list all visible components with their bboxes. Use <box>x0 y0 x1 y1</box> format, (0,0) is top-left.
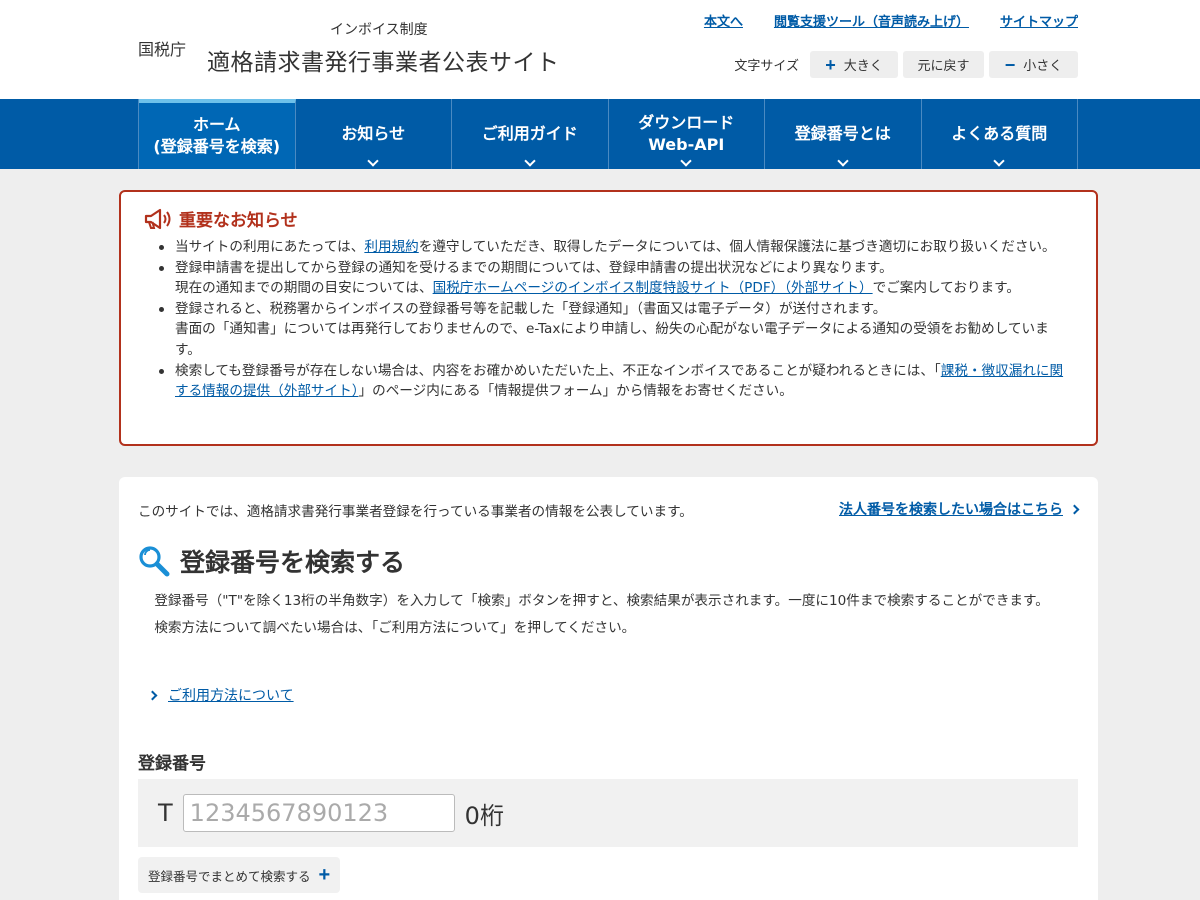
agency-name: 国税庁 <box>138 40 187 59</box>
font-larger-button[interactable]: + 大きく <box>810 51 898 78</box>
notice-text: 登録申請書を提出してから登録の通知を受けるまでの期間については、登録申請書の提出… <box>175 259 893 276</box>
font-reset-label: 元に戻す <box>917 58 970 73</box>
nav-label-line2: Web-API <box>648 135 725 154</box>
sitemap-link[interactable]: サイトマップ <box>1000 11 1078 30</box>
description-text: 登録番号（"T"を除く13桁の半角数字）を入力して「検索」ボタンを押すと、検索結… <box>154 593 1049 609</box>
nav-item-about-number[interactable]: 登録番号とは <box>765 99 922 169</box>
site-intro: このサイトでは、適格請求書発行事業者登録を行っている事業者の情報を公表しています… <box>138 504 693 520</box>
site-subtitle: インボイス制度 <box>330 22 428 38</box>
notice-text: 書面の「通知書」については再発行しておりませんので、e-Taxにより申請し、紛失… <box>175 321 1049 358</box>
nav-label-line1: 登録番号とは <box>794 124 891 144</box>
nav-label-line1: よくある質問 <box>951 124 1048 144</box>
page-title: 登録番号を検索する <box>138 543 405 579</box>
nav-item-news[interactable]: お知らせ <box>296 99 452 169</box>
usage-guide-link[interactable]: ご利用方法について <box>147 685 294 705</box>
notice-text: 当サイトの利用にあたっては、 <box>175 239 365 255</box>
corporate-number-search-link[interactable]: 法人番号を検索したい場合はこちら <box>839 499 1080 519</box>
t-prefix: T <box>158 799 173 827</box>
notice-item: 検索しても登録番号が存在しない場合は、内容をお確かめいただいた上、不正なインボイ… <box>143 361 1074 402</box>
chevron-down-icon <box>993 155 1005 167</box>
nav-item-home[interactable]: ホーム (登録番号を検索) <box>139 99 296 169</box>
font-size-label: 文字サイズ <box>734 59 799 74</box>
usage-guide-link-label: ご利用方法について <box>168 688 294 704</box>
plus-icon: + <box>825 54 836 75</box>
notice-title: 重要なお知らせ <box>143 206 1074 231</box>
plus-icon: + <box>318 864 331 886</box>
nav-label-line1: ダウンロード <box>638 113 735 133</box>
registration-number-label: 登録番号 <box>138 749 1078 781</box>
notice-item: 登録申請書を提出してから登録の通知を受けるまでの期間については、登録申請書の提出… <box>143 258 1074 299</box>
minus-icon: − <box>1004 54 1016 75</box>
bulk-search-button[interactable]: 登録番号でまとめて検索する + <box>138 857 341 893</box>
chevron-down-icon <box>837 155 849 167</box>
notice-text: 」のページ内にある「情報提供フォーム」から情報をお寄せください。 <box>358 383 793 400</box>
nav-label-line2: (登録番号を検索) <box>153 137 281 156</box>
notice-list: 当サイトの利用にあたっては、利用規約を遵守していただき、取得したデータについては… <box>143 237 1074 402</box>
font-larger-label: 大きく <box>843 58 883 73</box>
font-smaller-label: 小さく <box>1023 58 1063 73</box>
nav-item-guide[interactable]: ご利用ガイド <box>452 99 609 169</box>
nav-item-download[interactable]: ダウンロード Web-API <box>609 99 765 169</box>
chevron-right-icon <box>147 690 158 700</box>
registration-number-row: T 0桁 <box>138 779 1078 847</box>
nav-label-line1: ホーム <box>192 115 241 135</box>
notice-text: を遵守していただき、取得したデータについては、個人情報保護法に基づき適切にお取り… <box>418 239 1056 255</box>
page-title-text: 登録番号を検索する <box>180 548 406 577</box>
nav-label-line1: お知らせ <box>341 124 406 144</box>
bulk-search-label: 登録番号でまとめて検索する <box>148 869 311 884</box>
chevron-right-icon <box>1069 504 1080 514</box>
notice-text: 現在の通知までの期間の目安については、 <box>175 280 433 297</box>
notice-text: 検索しても登録番号が存在しない場合は、内容をお確かめいただいた上、不正なインボイ… <box>175 362 941 379</box>
notice-item: 当サイトの利用にあたっては、利用規約を遵守していただき、取得したデータについては… <box>143 237 1074 258</box>
digit-counter: 0桁 <box>464 801 504 830</box>
notice-item: 登録されると、税務署からインボイスの登録番号等を記載した「登録通知」（書面又は電… <box>143 299 1074 361</box>
nav-label-line1: ご利用ガイド <box>481 124 578 144</box>
notice-text: 登録されると、税務署からインボイスの登録番号等を記載した「登録通知」（書面又は電… <box>175 300 887 317</box>
corporate-number-link-label: 法人番号を検索したい場合はこちら <box>839 502 1063 518</box>
chevron-down-icon <box>367 155 379 167</box>
notice-title-text: 重要なお知らせ <box>179 211 298 231</box>
accessibility-tool-link[interactable]: 閲覧支援ツール（音声読み上げ） <box>774 11 969 30</box>
search-panel: このサイトでは、適格請求書発行事業者登録を行っている事業者の情報を公表しています… <box>119 477 1098 900</box>
terms-link[interactable]: 利用規約 <box>364 239 418 255</box>
site-header: 国税庁 インボイス制度 適格請求書発行事業者公表サイト 本文へ 閲覧支援ツール（… <box>0 0 1200 99</box>
site-title[interactable]: 適格請求書発行事業者公表サイト <box>207 43 560 77</box>
nav-item-faq[interactable]: よくある質問 <box>922 99 1078 169</box>
search-description: 登録番号（"T"を除く13桁の半角数字）を入力して「検索」ボタンを押すと、検索結… <box>138 588 1078 642</box>
chevron-down-icon <box>524 155 536 167</box>
registration-number-input[interactable] <box>182 794 455 832</box>
invoice-special-site-link[interactable]: 国税庁ホームページのインボイス制度特設サイト（PDF）（外部サイト） <box>433 280 873 296</box>
font-size-controls: 文字サイズ + 大きく 元に戻す − 小さく <box>734 51 1078 78</box>
font-reset-button[interactable]: 元に戻す <box>903 51 984 78</box>
font-smaller-button[interactable]: − 小さく <box>989 51 1078 78</box>
description-text: 検索方法について調べたい場合は、「ご利用方法について」を押してください。 <box>154 620 636 636</box>
global-nav: ホーム (登録番号を検索) お知らせ ご利用ガイド ダウンロード Web-API… <box>0 99 1200 169</box>
chevron-down-icon <box>680 155 692 167</box>
important-notice: 重要なお知らせ 当サイトの利用にあたっては、利用規約を遵守していただき、取得した… <box>119 190 1098 446</box>
search-icon <box>139 546 170 577</box>
notice-text: でご案内しております。 <box>872 280 1020 297</box>
utility-links: 本文へ 閲覧支援ツール（音声読み上げ） サイトマップ <box>704 11 1078 30</box>
megaphone-icon <box>144 208 171 229</box>
skip-to-content-link[interactable]: 本文へ <box>704 11 743 30</box>
